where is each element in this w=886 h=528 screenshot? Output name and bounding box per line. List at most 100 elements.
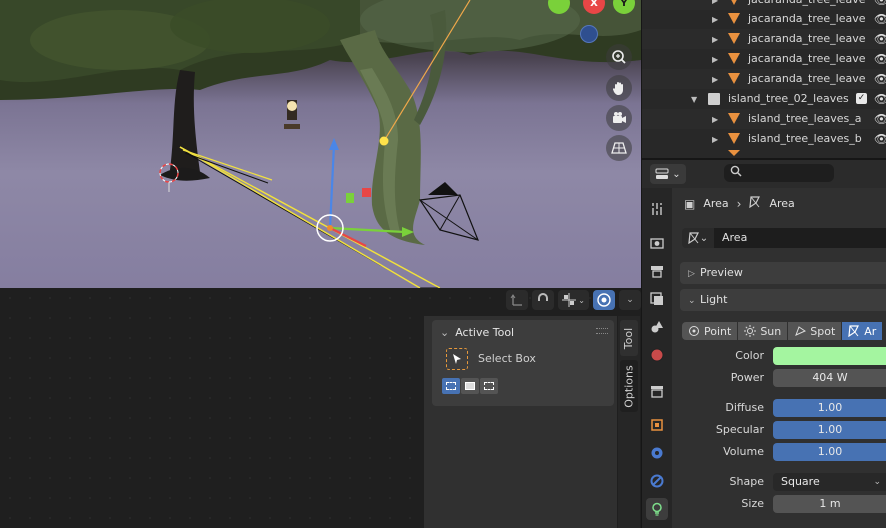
nav-gizmo-z-neg-icon[interactable] [580,25,598,43]
sidebar-tabs: Tool Options [618,316,640,528]
physics-tab-icon[interactable] [646,442,668,464]
mode-new-selection-icon[interactable] [442,378,460,394]
shape-field: Shape Square ⌄ [672,473,886,491]
tab-options[interactable]: Options [620,360,638,412]
eye-icon[interactable]: 👁 [874,0,886,7]
tab-tool[interactable]: Tool [620,320,638,356]
spot-light-icon [795,326,807,336]
collection-tab-icon[interactable] [646,380,668,402]
datablock-browse-dropdown[interactable]: ⌄ [682,228,714,248]
diffuse-slider[interactable]: 1.00 [773,399,886,417]
active-tool-title: Active Tool [455,326,515,339]
eye-icon[interactable]: 👁 [874,132,886,146]
collapse-arrow-icon[interactable]: ▼ [691,95,697,104]
constraints-tab-icon[interactable] [646,470,668,492]
render-tab-icon[interactable] [646,232,668,254]
mode-extend-selection-icon[interactable] [461,378,479,394]
expand-arrow-icon[interactable]: ▶ [712,75,718,84]
outliner-row[interactable]: ▶ jacaranda_tree_leave 👁 [642,29,886,49]
mesh-object-icon [728,53,740,64]
snap-increment-dropdown[interactable]: ⌄ [558,290,589,310]
light-type-spot-button[interactable]: Spot [788,322,842,340]
properties-editor-icon [655,168,669,179]
collection-icon [708,93,720,105]
sun-light-icon [744,325,757,337]
snap-magnet-icon[interactable] [532,290,555,310]
chevron-down-icon: ⌄ [688,296,696,306]
outliner-row[interactable]: ▶ jacaranda_tree_leave 👁 [642,69,886,89]
hand-pan-icon[interactable] [606,75,632,101]
shape-dropdown[interactable]: Square ⌄ [773,473,886,491]
transform-orientation-icon[interactable] [506,290,529,310]
specular-slider[interactable]: 1.00 [773,421,886,439]
expand-arrow-icon[interactable]: ▶ [712,35,718,44]
power-input[interactable]: 404 W [773,369,886,387]
tool-settings-tab-icon[interactable] [646,198,668,220]
expand-arrow-icon[interactable]: ▶ [712,55,718,64]
eye-icon[interactable]: 👁 [874,112,886,126]
size-input[interactable]: 1 m [773,495,886,513]
3d-viewport[interactable]: X Y [0,0,641,288]
color-field: Color [672,347,886,365]
eye-icon[interactable]: 👁 [874,32,886,46]
volume-slider[interactable]: 1.00 [773,443,886,461]
outliner-row[interactable]: ▶ island_tree_leaves_b 👁 [642,129,886,149]
area-light-icon [749,196,761,211]
outliner-row[interactable]: ▼ island_tree_02_leaves ✓ 👁 [642,89,886,109]
expand-arrow-icon[interactable]: ▶ [712,0,718,5]
tool-name-label: Select Box [478,352,536,365]
proportional-editing-button[interactable] [593,290,615,310]
outliner-row[interactable]: ▶ jacaranda_tree_leave 👁 [642,49,886,69]
chevron-right-icon: ▷ [688,269,695,279]
active-tool-header[interactable]: ⌄ Active Tool [440,326,514,339]
outliner-row[interactable]: ▶ island_tree_leaves_a 👁 [642,109,886,129]
exclude-checkbox[interactable]: ✓ [856,93,867,104]
zoom-icon[interactable] [606,44,632,70]
light-type-sun-button[interactable]: Sun [738,322,788,340]
eye-icon[interactable]: 👁 [874,92,886,106]
output-tab-icon[interactable] [646,260,668,282]
object-icon: ▣ [684,196,696,211]
datablock-name-field[interactable]: Area [714,228,886,248]
diffuse-field: Diffuse 1.00 [672,399,886,417]
light-data-tab-icon[interactable] [646,498,668,520]
eye-icon[interactable]: 👁 [874,12,886,26]
outliner-item-label: island_tree_leaves_a [748,112,862,125]
outliner[interactable]: ▶ jacaranda_tree_leave 👁 ▶ jacaranda_tre… [641,0,886,158]
view-layer-tab-icon[interactable] [646,288,668,310]
specular-field: Specular 1.00 [672,421,886,439]
expand-arrow-icon[interactable]: ▶ [712,15,718,24]
eye-icon[interactable]: 👁 [874,72,886,86]
tab-options-label: Options [622,364,636,408]
select-box-icon[interactable] [446,348,468,370]
light-section-header[interactable]: ⌄ Light [680,289,886,311]
eye-icon[interactable]: 👁 [874,52,886,66]
chevron-down-icon: ⌄ [578,295,585,305]
active-tool-panel: ⌄ Active Tool Select Box [432,320,614,406]
lower-editor-header: ⌄ ⌄ [506,290,641,310]
mode-subtract-selection-icon[interactable] [480,378,498,394]
color-swatch[interactable] [773,347,886,365]
datablock-selector: ⌄ Area [682,228,886,248]
scene-render [0,0,641,288]
light-type-label: Ar [864,324,877,338]
lower-editor-area[interactable]: ⌄ ⌄ ⌄ Active Tool Select Box Tool Option… [0,288,641,528]
light-type-point-button[interactable]: Point [682,322,738,340]
light-type-label: Sun [760,324,782,338]
light-type-area-button[interactable]: Ar [842,322,883,340]
world-tab-icon[interactable] [646,344,668,366]
preview-section-header[interactable]: ▷ Preview [680,262,886,284]
light-type-label: Point [704,324,732,338]
object-tab-icon[interactable] [646,414,668,436]
camera-view-icon[interactable] [606,105,632,131]
proportional-falloff-dropdown[interactable]: ⌄ [619,290,641,310]
expand-arrow-icon[interactable]: ▶ [712,135,718,144]
expand-arrow-icon[interactable]: ▶ [712,115,718,124]
editor-type-dropdown[interactable]: ⌄ [650,164,686,184]
perspective-grid-icon[interactable] [606,135,632,161]
properties-search-input[interactable] [724,164,834,182]
scene-tab-icon[interactable] [646,316,668,338]
nav-gizmo-x-label: X [590,0,598,9]
drag-grip-icon[interactable] [596,328,608,334]
outliner-row[interactable]: ▶ jacaranda_tree_leave 👁 [642,9,886,29]
